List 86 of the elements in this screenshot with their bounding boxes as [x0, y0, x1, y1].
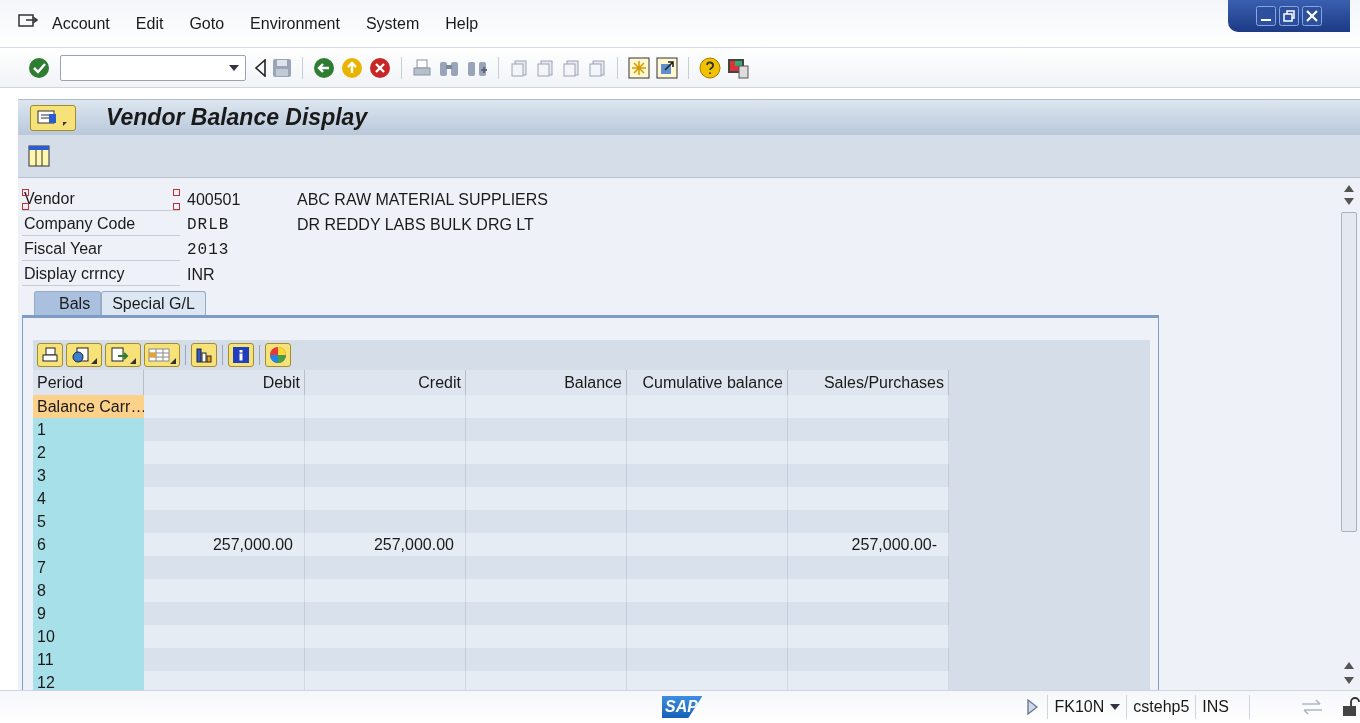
- tab[interactable]: Special G/L: [101, 291, 206, 315]
- color-wheel-icon: [269, 346, 287, 364]
- menu-item[interactable]: Edit: [135, 11, 164, 36]
- layout-button[interactable]: [144, 343, 180, 367]
- scroll-up-icon[interactable]: [1344, 661, 1354, 669]
- screen-menu-icon: [37, 107, 69, 128]
- field-value: INR: [187, 264, 216, 285]
- menu-item[interactable]: Environment: [250, 11, 340, 36]
- period-cell[interactable]: 6: [33, 533, 144, 556]
- back-triangle-icon[interactable]: [254, 58, 266, 77]
- period-cell[interactable]: 1: [33, 418, 144, 441]
- field-label: Display crrncy: [22, 263, 180, 286]
- period-cell[interactable]: 11: [33, 648, 144, 671]
- monitor-settings-icon[interactable]: [727, 56, 749, 79]
- table-cell: 257,000.00: [305, 533, 466, 556]
- field-label: Fiscal Year: [22, 238, 180, 261]
- column-header[interactable]: Debit: [144, 370, 305, 395]
- help-icon[interactable]: [699, 56, 721, 79]
- export-button[interactable]: [105, 343, 141, 367]
- column-header[interactable]: Balance: [466, 370, 627, 395]
- field-value: DRLB: [187, 214, 231, 236]
- field-description: ABC RAW MATERIAL SUPPLIERS: [297, 189, 548, 210]
- column-header[interactable]: Credit: [305, 370, 466, 395]
- new-window-icon[interactable]: [628, 56, 650, 79]
- play-icon[interactable]: [1026, 699, 1039, 715]
- sap-logo: SAP: [662, 696, 703, 718]
- period-cell[interactable]: 9: [33, 602, 144, 625]
- menu-item[interactable]: System: [365, 11, 420, 36]
- field-label: Company Code: [22, 213, 180, 236]
- checkmark-icon[interactable]: [28, 56, 50, 79]
- period-cell[interactable]: 8: [33, 579, 144, 602]
- dropdown-corner-icon: [91, 358, 97, 364]
- column-header[interactable]: Period: [33, 370, 144, 395]
- input-mode: INS: [1195, 695, 1250, 719]
- server-name: cstehp5: [1126, 695, 1190, 719]
- close-icon[interactable]: [1302, 6, 1322, 26]
- tab[interactable]: Bals: [34, 291, 102, 315]
- menu-item[interactable]: Help: [445, 11, 479, 36]
- screen-title: Vendor Balance Display: [106, 103, 368, 133]
- period-cell[interactable]: 10: [33, 625, 144, 648]
- export-icon: [110, 346, 130, 364]
- period-cell[interactable]: 7: [33, 556, 144, 579]
- transaction-code: FK10N: [1054, 697, 1105, 717]
- cancel-icon[interactable]: [369, 56, 391, 79]
- field-value: 2013: [187, 239, 231, 261]
- dropdown-corner-icon: [170, 358, 176, 364]
- print-icon: [41, 346, 59, 364]
- period-cell[interactable]: 3: [33, 464, 144, 487]
- scroll-up-icon[interactable]: [1344, 184, 1354, 192]
- scroll-down-icon[interactable]: [1344, 677, 1354, 685]
- period-cell[interactable]: 12: [33, 671, 144, 690]
- scroll-down-icon[interactable]: [1344, 198, 1354, 206]
- field-description: DR REDDY LABS BULK DRG LT: [297, 214, 534, 235]
- scrollbar-thumb[interactable]: [1341, 212, 1357, 532]
- information-button[interactable]: [228, 343, 254, 367]
- color-wheel-button[interactable]: [265, 343, 291, 367]
- print-button[interactable]: [37, 343, 63, 367]
- period-cell[interactable]: 5: [33, 510, 144, 533]
- field-value: 400501: [187, 189, 242, 210]
- period-cell[interactable]: 4: [33, 487, 144, 510]
- menu-button[interactable]: [30, 104, 76, 131]
- padlock-icon[interactable]: [1342, 697, 1360, 717]
- menu-item[interactable]: Goto: [189, 11, 225, 36]
- table-cell: 257,000.00-: [788, 533, 949, 556]
- period-cell[interactable]: Balance Carr…: [33, 395, 144, 418]
- menu-icon[interactable]: [18, 12, 38, 29]
- view-icon: [71, 346, 91, 364]
- menu-item[interactable]: Account: [52, 11, 110, 36]
- chart-icon: [195, 346, 213, 364]
- dropdown-corner-icon: [130, 358, 136, 364]
- dropdown-caret-icon[interactable]: [1110, 704, 1121, 710]
- dropdown-caret-icon[interactable]: [229, 64, 239, 71]
- layout-icon[interactable]: [28, 145, 50, 167]
- shortcut-icon[interactable]: [656, 56, 678, 79]
- field-label: Vendor: [22, 188, 180, 211]
- command-field[interactable]: [60, 54, 246, 81]
- layout-icon: [148, 347, 170, 363]
- view-button[interactable]: [66, 343, 102, 367]
- chart-button[interactable]: [191, 343, 217, 367]
- period-cell[interactable]: 2: [33, 441, 144, 464]
- column-header[interactable]: Cumulative balance: [627, 370, 788, 395]
- restore-icon[interactable]: [1279, 6, 1299, 26]
- information-icon: [232, 346, 250, 364]
- table-cell: 257,000.00: [144, 533, 305, 556]
- column-header[interactable]: Sales/Purchases: [788, 370, 949, 395]
- minimize-icon[interactable]: [1256, 6, 1276, 26]
